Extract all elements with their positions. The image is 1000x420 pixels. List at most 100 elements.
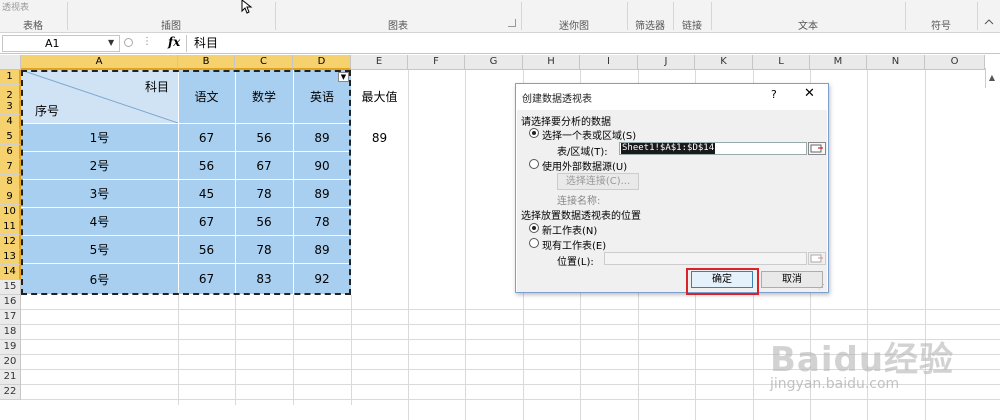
- ribbon-group-filters[interactable]: 筛选器: [628, 17, 672, 32]
- row-header-5[interactable]: 5: [0, 130, 21, 145]
- location-input[interactable]: [604, 252, 807, 265]
- column-header-i[interactable]: I: [580, 55, 638, 70]
- column-header-b[interactable]: B: [178, 55, 235, 70]
- option-existing-worksheet-label[interactable]: 现有工作表(E): [542, 237, 606, 252]
- name-box[interactable]: A1: [2, 35, 120, 52]
- option-select-table-label[interactable]: 选择一个表或区域(S): [542, 127, 636, 142]
- section-placement: 选择放置数据透视表的位置: [521, 211, 641, 222]
- baidu-watermark-logo: Baidu经验: [770, 340, 955, 380]
- row-header-2[interactable]: 2: [0, 85, 21, 101]
- ribbon-group-charts[interactable]: 图表: [276, 17, 520, 32]
- column-header-c[interactable]: C: [235, 55, 293, 70]
- column-header-f[interactable]: F: [408, 55, 465, 70]
- range-input[interactable]: Sheet1!$A$1:$D$14: [619, 142, 807, 155]
- ribbon-group-table[interactable]: 表格: [0, 17, 66, 32]
- option-external-label[interactable]: 使用外部数据源(U): [542, 158, 627, 173]
- name-box-dropdown-icon[interactable]: ▼: [108, 38, 114, 47]
- row-header-19[interactable]: 19: [0, 340, 21, 355]
- formula-input[interactable]: 科目: [186, 35, 1000, 52]
- row-header-10[interactable]: 10: [0, 205, 21, 220]
- row-header-16[interactable]: 16: [0, 295, 21, 310]
- gridline: [235, 295, 236, 405]
- row-header-17[interactable]: 17: [0, 310, 21, 325]
- gridline: [465, 70, 466, 420]
- column-header-j[interactable]: J: [638, 55, 695, 70]
- ok-highlight-box: [686, 268, 759, 295]
- row-header-1[interactable]: 1: [0, 70, 21, 85]
- row-header-13[interactable]: 13: [0, 250, 21, 265]
- column-header-e[interactable]: E: [351, 55, 408, 70]
- column-header-h[interactable]: H: [523, 55, 580, 70]
- ribbon: 透视表 表格 插图 图表 迷你图 筛选器 链接 文本 符号: [0, 0, 1000, 33]
- row-header-8[interactable]: 8: [0, 175, 21, 190]
- row-header-7[interactable]: 7: [0, 160, 21, 175]
- radio-new-worksheet[interactable]: [529, 223, 539, 233]
- column-header-a[interactable]: A: [21, 55, 178, 70]
- ribbon-group-links[interactable]: 链接: [674, 17, 710, 32]
- section-choose-data: 请选择要分析的数据: [521, 117, 611, 128]
- charts-dialog-launcher-icon[interactable]: [508, 19, 516, 27]
- formula-bar-circle-icon: [124, 38, 133, 47]
- location-label: 位置(L):: [557, 257, 594, 268]
- gridline: [351, 295, 352, 405]
- collapse-ribbon-icon[interactable]: [984, 18, 994, 26]
- radio-existing-worksheet[interactable]: [529, 238, 539, 248]
- column-header-g[interactable]: G: [465, 55, 523, 70]
- resize-grip-icon[interactable]: ⋰: [818, 283, 825, 291]
- row-header-4[interactable]: 4: [0, 115, 21, 130]
- formula-bar-grip-icon: ⋮: [142, 36, 152, 47]
- create-pivottable-dialog: 创建数据透视表 ? ✕ 请选择要分析的数据 选择一个表或区域(S) 表/区域(T…: [515, 83, 829, 293]
- gridline: [408, 70, 409, 420]
- collapse-range-button[interactable]: [808, 142, 826, 155]
- max-value-cell[interactable]: 89: [351, 124, 408, 151]
- row-header-18[interactable]: 18: [0, 325, 21, 340]
- range-selector-icon: [810, 254, 823, 263]
- row-header-14[interactable]: 14: [0, 265, 21, 280]
- choose-connection-button[interactable]: 选择连接(C)...: [557, 173, 639, 190]
- gridline: [21, 309, 1000, 310]
- option-new-worksheet-label[interactable]: 新工作表(N): [542, 222, 597, 237]
- filter-dropdown-icon[interactable]: ▼: [338, 72, 349, 82]
- close-icon[interactable]: ✕: [804, 86, 815, 101]
- ribbon-separator: [977, 2, 978, 30]
- header-max[interactable]: 最大值: [351, 70, 408, 123]
- gridline: [293, 295, 294, 405]
- ribbon-group-sparklines[interactable]: 迷你图: [522, 17, 626, 32]
- row-header-12[interactable]: 12: [0, 235, 21, 250]
- radio-external-source[interactable]: [529, 159, 539, 169]
- row-header-20[interactable]: 20: [0, 355, 21, 370]
- column-header-o[interactable]: O: [925, 55, 985, 70]
- mouse-cursor-icon: [241, 0, 253, 14]
- location-range-button[interactable]: [808, 252, 826, 265]
- column-header-d[interactable]: D: [293, 55, 351, 70]
- row-header-11[interactable]: 11: [0, 220, 21, 235]
- formula-bar: A1 ▼ ⋮ fx 科目 ▲: [0, 34, 1000, 88]
- column-header-k[interactable]: K: [695, 55, 753, 70]
- gridline: [178, 295, 179, 405]
- row-header-9[interactable]: 9: [0, 190, 21, 205]
- column-header-m[interactable]: M: [810, 55, 867, 70]
- column-header-n[interactable]: N: [867, 55, 925, 70]
- range-selector-icon: [810, 144, 823, 153]
- row-header-6[interactable]: 6: [0, 145, 21, 160]
- radio-select-table[interactable]: [529, 128, 539, 138]
- insert-function-button[interactable]: fx: [168, 35, 180, 49]
- range-input-value: Sheet1!$A$1:$D$14: [621, 143, 716, 154]
- baidu-watermark-url: jingyan.baidu.com: [770, 376, 900, 392]
- help-icon[interactable]: ?: [771, 88, 777, 101]
- ribbon-group-symbols[interactable]: 符号: [906, 17, 976, 32]
- row-header-15[interactable]: 15: [0, 280, 21, 295]
- column-header-l[interactable]: L: [753, 55, 810, 70]
- ribbon-group-illustrations[interactable]: 插图: [68, 17, 274, 32]
- cancel-button[interactable]: 取消: [761, 271, 823, 288]
- copy-marquee: [21, 70, 351, 295]
- gridline: [21, 324, 1000, 325]
- ribbon-group-text[interactable]: 文本: [712, 17, 904, 32]
- row-header-3[interactable]: 3: [0, 100, 21, 115]
- ribbon-tab-fragment: 透视表: [2, 3, 30, 13]
- row-header-22[interactable]: 22: [0, 385, 21, 400]
- row-header-21[interactable]: 21: [0, 370, 21, 385]
- range-label: 表/区域(T):: [557, 147, 608, 158]
- dialog-body: 请选择要分析的数据 选择一个表或区域(S) 表/区域(T): Sheet1!$A…: [517, 110, 827, 292]
- select-all-corner[interactable]: [0, 55, 21, 70]
